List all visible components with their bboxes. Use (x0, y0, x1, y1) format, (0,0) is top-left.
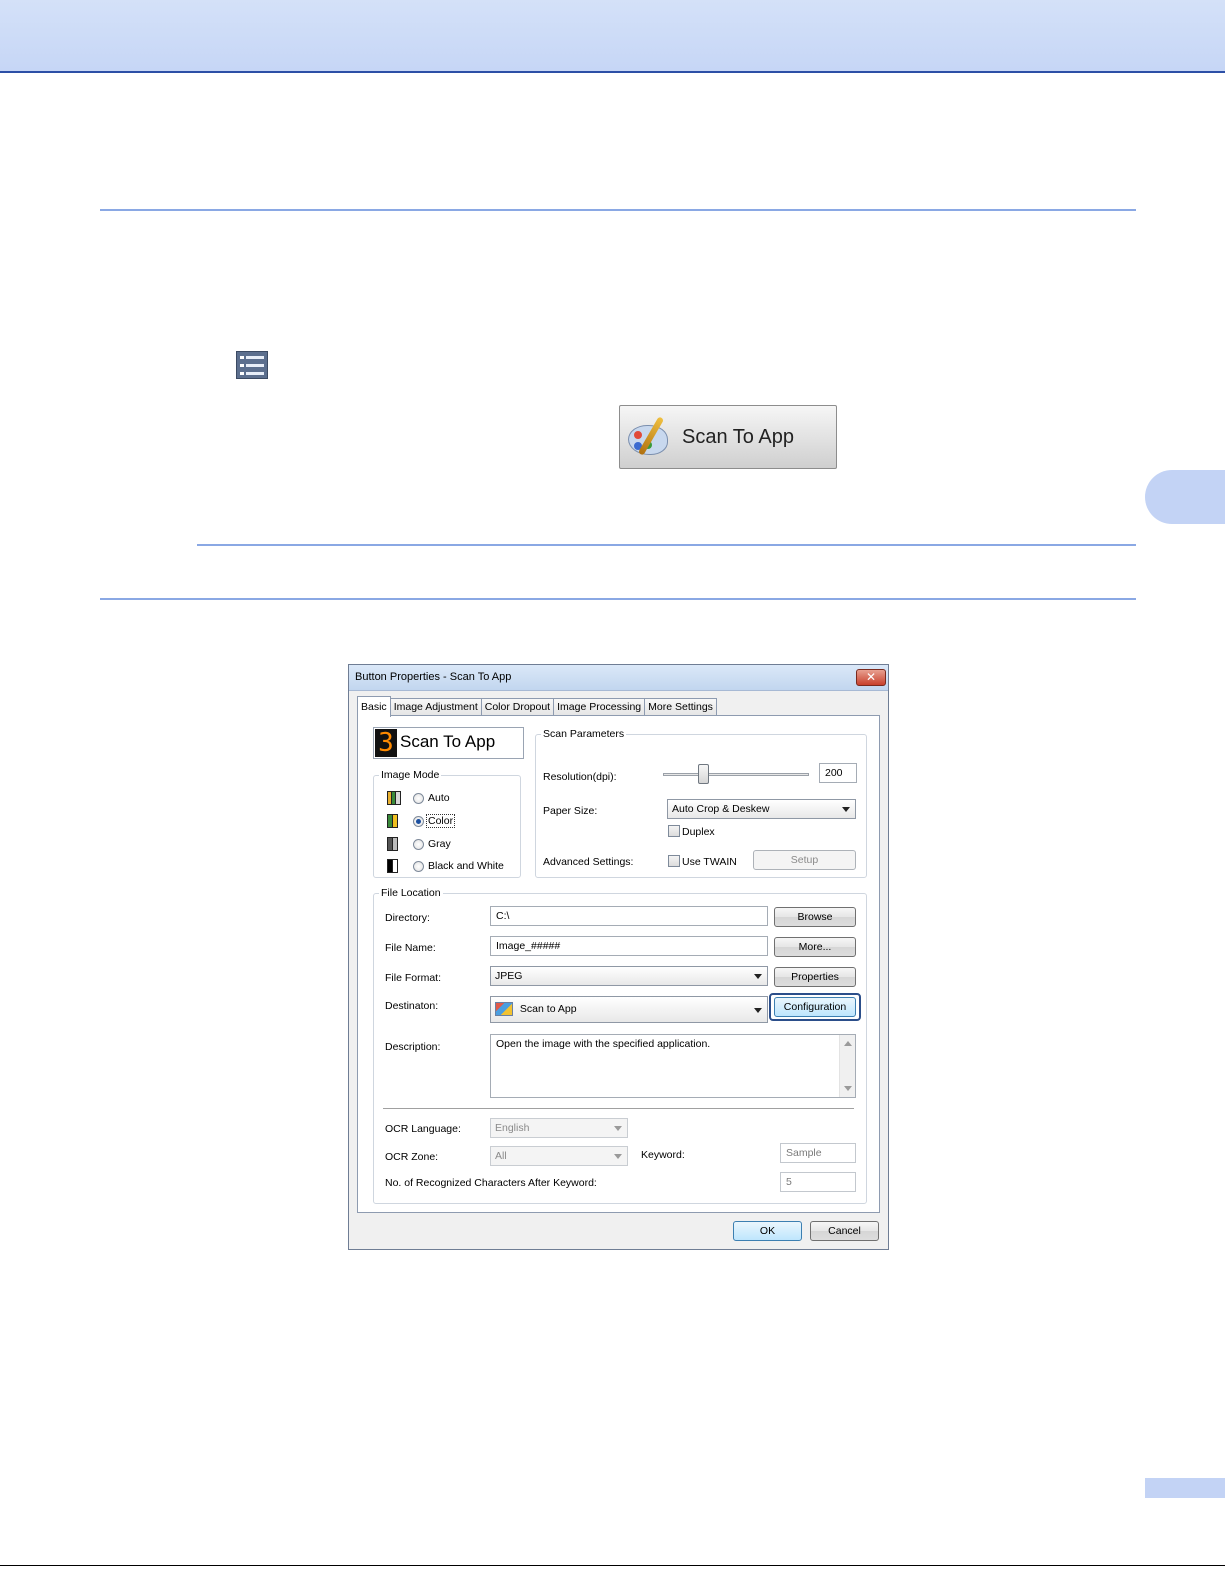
recognized-characters-label: No. of Recognized Characters After Keywo… (385, 1177, 597, 1189)
button-name-display: 3 Scan To App (373, 727, 524, 759)
file-format-select[interactable]: JPEG (490, 966, 768, 986)
chevron-down-icon (754, 1008, 762, 1013)
button-properties-dialog: Button Properties - Scan To App ✕ Basic … (348, 664, 889, 1250)
tab-basic[interactable]: Basic (357, 696, 391, 717)
directory-input[interactable]: C:\ (490, 906, 768, 926)
paper-size-select[interactable]: Auto Crop & Deskew (667, 799, 856, 819)
chevron-down-icon (842, 807, 850, 812)
auto-radio[interactable] (413, 793, 424, 804)
chevron-down-icon (614, 1154, 622, 1159)
black-white-label[interactable]: Black and White (428, 860, 504, 872)
duplex-label[interactable]: Duplex (682, 826, 715, 838)
file-format-label: File Format: (385, 972, 442, 984)
chevron-down-icon (754, 974, 762, 979)
file-name-input[interactable]: Image_##### (490, 936, 768, 956)
file-location-group: File Location Directory: C:\ Browse File… (373, 887, 867, 1204)
ocr-zone-select[interactable]: All (490, 1146, 628, 1166)
section-rule-bottom (100, 598, 1136, 600)
file-location-legend: File Location (379, 887, 443, 899)
file-format-value: JPEG (495, 970, 523, 982)
configuration-button[interactable]: Configuration (774, 997, 856, 1017)
image-mode-legend: Image Mode (379, 769, 442, 781)
gray-radio[interactable] (413, 839, 424, 850)
auto-label[interactable]: Auto (428, 792, 450, 804)
resolution-slider-track[interactable] (663, 773, 809, 776)
properties-button[interactable]: Properties (774, 967, 856, 987)
tab-strip: Basic Image Adjustment Color Dropout Ima… (357, 696, 717, 717)
ocr-language-value: English (495, 1122, 530, 1134)
use-twain-label[interactable]: Use TWAIN (682, 856, 737, 868)
color-mode-icon (387, 814, 401, 828)
scan-parameters-group: Scan Parameters Resolution(dpi): 200 Pap… (535, 728, 867, 878)
setup-button[interactable]: Setup (753, 850, 856, 870)
description-textarea[interactable]: Open the image with the specified applic… (490, 1034, 856, 1098)
scan-parameters-legend: Scan Parameters (541, 728, 627, 740)
page-header-band (0, 0, 1225, 73)
close-button[interactable]: ✕ (856, 669, 886, 686)
ocr-zone-value: All (495, 1150, 507, 1162)
chapter-tab (1145, 470, 1225, 524)
scroll-down-icon[interactable] (844, 1086, 852, 1091)
browse-button[interactable]: Browse (774, 907, 856, 927)
duplex-checkbox[interactable] (668, 825, 680, 837)
scan-to-app-icon (495, 1002, 513, 1016)
destination-value: Scan to App (519, 1002, 577, 1015)
cancel-button[interactable]: Cancel (810, 1221, 879, 1241)
color-label[interactable]: Color (426, 814, 456, 828)
more-button[interactable]: More... (774, 937, 856, 957)
chevron-down-icon (614, 1126, 622, 1131)
keyword-input[interactable]: Sample (780, 1143, 856, 1163)
use-twain-checkbox[interactable] (668, 855, 680, 867)
keyword-label: Keyword: (641, 1149, 685, 1161)
recognized-characters-input[interactable]: 5 (780, 1172, 856, 1192)
gray-mode-icon (387, 837, 401, 851)
scan-to-app-button[interactable]: Scan To App (619, 405, 837, 469)
file-name-label: File Name: (385, 942, 436, 954)
description-text: Open the image with the specified applic… (496, 1038, 711, 1050)
dialog-titlebar: Button Properties - Scan To App ✕ (349, 665, 888, 691)
footer-rule (0, 1565, 1225, 1566)
paper-size-value: Auto Crop & Deskew (672, 803, 770, 815)
resolution-label: Resolution(dpi): (543, 771, 617, 783)
basic-tab-panel: 3 Scan To App Image Mode Auto Color Gray (357, 715, 880, 1213)
section-rule-top (100, 209, 1136, 211)
button-number-digit: 3 (375, 729, 397, 757)
scan-to-app-label: Scan To App (682, 425, 794, 448)
scroll-up-icon[interactable] (844, 1041, 852, 1046)
description-label: Description: (385, 1041, 441, 1053)
gray-label[interactable]: Gray (428, 838, 451, 850)
description-scrollbar[interactable] (839, 1035, 855, 1097)
ok-button[interactable]: OK (733, 1221, 802, 1241)
auto-mode-icon (387, 791, 401, 805)
directory-label: Directory: (385, 912, 430, 924)
dialog-title: Button Properties - Scan To App (355, 671, 512, 683)
paper-size-label: Paper Size: (543, 805, 598, 817)
black-white-mode-icon (387, 859, 401, 873)
destination-label: Destinaton: (385, 1000, 439, 1012)
button-list-icon (236, 351, 268, 379)
palette-icon (626, 415, 676, 459)
ocr-language-select[interactable]: English (490, 1118, 628, 1138)
color-radio[interactable] (413, 816, 424, 827)
black-white-radio[interactable] (413, 861, 424, 872)
resolution-input[interactable]: 200 (819, 763, 857, 783)
ocr-language-label: OCR Language: (385, 1123, 461, 1135)
page-number-tab (1145, 1478, 1225, 1498)
resolution-slider-thumb[interactable] (698, 764, 710, 784)
advanced-settings-label: Advanced Settings: (543, 856, 634, 868)
ocr-separator (383, 1108, 854, 1109)
destination-select[interactable]: Scan to App (490, 996, 768, 1023)
button-name-text: Scan To App (400, 732, 496, 751)
ocr-zone-label: OCR Zone: (385, 1151, 439, 1163)
note-rule (197, 544, 1136, 546)
image-mode-group: Image Mode Auto Color Gray Black and Whi… (373, 769, 521, 878)
